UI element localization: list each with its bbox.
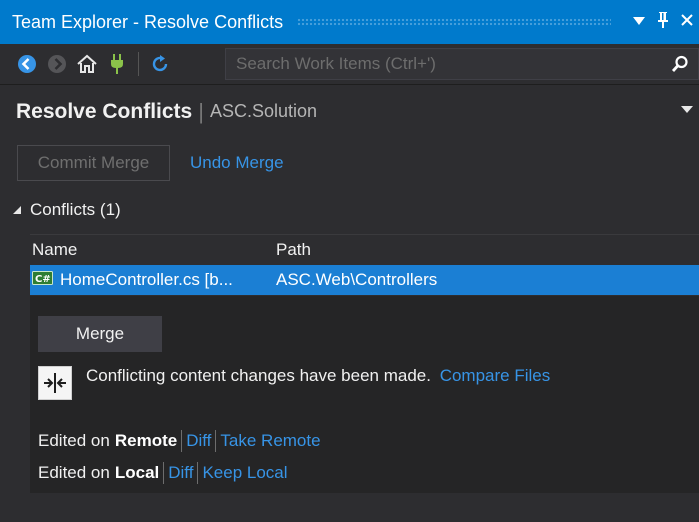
conflicts-section-label: Conflicts (1) [30, 200, 121, 219]
keep-local-link[interactable]: Keep Local [202, 463, 287, 483]
conflict-message-line: Conflicting content changes have been ma… [38, 364, 550, 400]
remote-edit-line: Edited on Remote Diff Take Remote [38, 430, 321, 452]
search-work-items-box [225, 48, 699, 80]
remote-diff-link[interactable]: Diff [186, 431, 211, 451]
column-header-name[interactable]: Name [30, 240, 276, 260]
toolbar [0, 44, 699, 84]
conflict-file-cell: C# HomeController.cs [b... [30, 270, 276, 291]
undo-merge-link[interactable]: Undo Merge [190, 153, 284, 173]
conflicts-list: Name Path C# HomeController.cs [b... ASC… [30, 234, 699, 295]
remote-edit-prefix: Edited on [38, 431, 110, 450]
window-title: Team Explorer - Resolve Conflicts [12, 11, 284, 32]
caret-down-icon[interactable] [627, 13, 651, 31]
merge-button[interactable]: Merge [38, 316, 162, 352]
header-separator: | [198, 98, 204, 124]
back-icon[interactable] [14, 51, 40, 77]
svg-text:C#: C# [35, 274, 51, 285]
local-edit-line: Edited on Local Diff Keep Local [38, 462, 288, 484]
toolbar-separator [138, 52, 139, 76]
search-input[interactable] [226, 53, 662, 75]
window-title-bar: Team Explorer - Resolve Conflicts [0, 0, 699, 44]
column-header-path[interactable]: Path [276, 240, 699, 260]
take-remote-link[interactable]: Take Remote [220, 431, 320, 451]
conflict-detail-panel: Merge Conflicting content changes have b… [30, 296, 699, 493]
conflict-message-text: Conflicting content changes have been ma… [86, 366, 431, 385]
search-icon[interactable] [662, 49, 698, 79]
conflict-file-name: HomeController.cs [b... [60, 270, 233, 289]
connect-icon[interactable] [104, 51, 130, 77]
page-title: Resolve Conflicts [16, 99, 193, 123]
solution-name: ASC.Solution [209, 101, 317, 121]
merge-conflict-icon [38, 366, 72, 400]
separator [215, 430, 217, 452]
home-icon[interactable] [74, 51, 100, 77]
remote-edit-label: Remote [114, 431, 178, 450]
pin-icon[interactable] [651, 11, 675, 34]
refresh-icon[interactable] [147, 51, 173, 77]
conflicts-section-header[interactable]: Conflicts (1) [12, 200, 121, 220]
local-edit-label: Local [114, 463, 160, 482]
page-header: Resolve Conflicts | ASC.Solution [0, 84, 699, 138]
close-icon[interactable] [675, 13, 699, 32]
collapse-triangle-icon[interactable] [12, 200, 22, 220]
separator [163, 462, 165, 484]
conflict-file-path: ASC.Web\Controllers [276, 270, 438, 289]
separator [197, 462, 199, 484]
commit-merge-button[interactable]: Commit Merge [17, 145, 170, 181]
title-grip [297, 18, 611, 26]
conflict-message: Conflicting content changes have been ma… [86, 366, 550, 386]
separator [181, 430, 183, 452]
table-row[interactable]: C# HomeController.cs [b... ASC.Web\Contr… [30, 265, 699, 295]
merge-actions: Commit Merge Undo Merge [17, 145, 284, 181]
local-diff-link[interactable]: Diff [168, 463, 193, 483]
forward-icon[interactable] [44, 51, 70, 77]
compare-files-link[interactable]: Compare Files [440, 366, 551, 385]
header-menu-caret-icon[interactable] [681, 101, 693, 119]
list-header: Name Path [30, 234, 699, 265]
csharp-file-icon: C# [32, 270, 54, 291]
local-edit-prefix: Edited on [38, 463, 110, 482]
